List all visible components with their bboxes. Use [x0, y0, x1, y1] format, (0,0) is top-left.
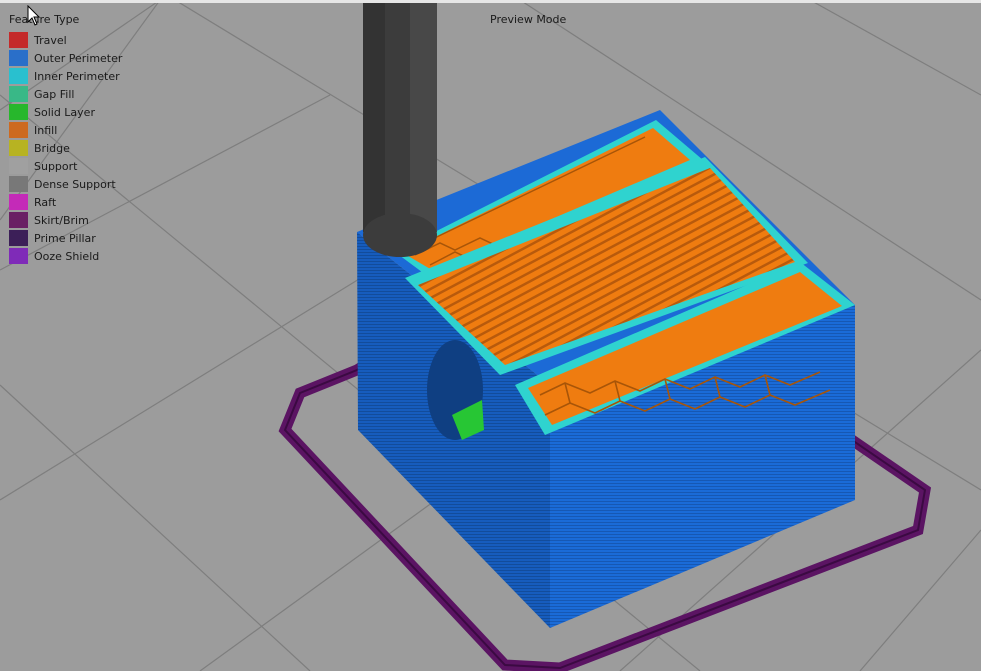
legend-item: Skirt/Brim [9, 211, 122, 229]
legend-label: Skirt/Brim [34, 213, 89, 227]
legend-label: Gap Fill [34, 87, 75, 101]
legend-item: Inner Perimeter [9, 67, 122, 85]
legend-swatch [9, 158, 28, 174]
viewport-top-edge [0, 0, 981, 3]
legend-item: Outer Perimeter [9, 49, 122, 67]
legend-item: Dense Support [9, 175, 122, 193]
feature-type-legend: Feature Type Travel Outer Perimeter Inner … [9, 13, 122, 265]
legend-swatch [9, 68, 28, 84]
legend-swatch [9, 248, 28, 264]
legend-swatch [9, 86, 28, 102]
legend-item: Solid Layer [9, 103, 122, 121]
legend-swatch [9, 230, 28, 246]
legend-swatch [9, 50, 28, 66]
legend-item: Travel [9, 31, 122, 49]
legend-swatch [9, 122, 28, 138]
legend-item: Prime Pillar [9, 229, 122, 247]
legend-item: Gap Fill [9, 85, 122, 103]
legend-label: Infill [34, 123, 58, 137]
legend-label: Bridge [34, 141, 70, 155]
legend-item: Support [9, 157, 122, 175]
legend-item: Raft [9, 193, 122, 211]
mouse-cursor-icon [27, 5, 41, 26]
legend-item: Infill [9, 121, 122, 139]
legend-title: Feature Type [9, 13, 80, 26]
legend-swatch [9, 176, 28, 192]
legend-swatch [9, 104, 28, 120]
legend-label: Support [34, 159, 78, 173]
preview-viewport[interactable] [0, 0, 981, 671]
nozzle [363, 0, 437, 257]
legend-label: Prime Pillar [34, 231, 96, 245]
legend-swatch [9, 32, 28, 48]
legend-label: Ooze Shield [34, 249, 100, 263]
legend-item: Ooze Shield [9, 247, 122, 265]
legend-label: Raft [34, 195, 57, 209]
legend-label: Dense Support [34, 177, 116, 191]
legend-swatch [9, 140, 28, 156]
legend-label: Outer Perimeter [34, 51, 123, 65]
legend-swatch [9, 194, 28, 210]
preview-mode-label: Preview Mode [490, 13, 567, 26]
legend-item: Bridge [9, 139, 122, 157]
legend-label: Travel [34, 33, 67, 47]
legend-swatch [9, 212, 28, 228]
legend-label: Solid Layer [34, 105, 95, 119]
legend-label: Inner Perimeter [34, 69, 120, 83]
